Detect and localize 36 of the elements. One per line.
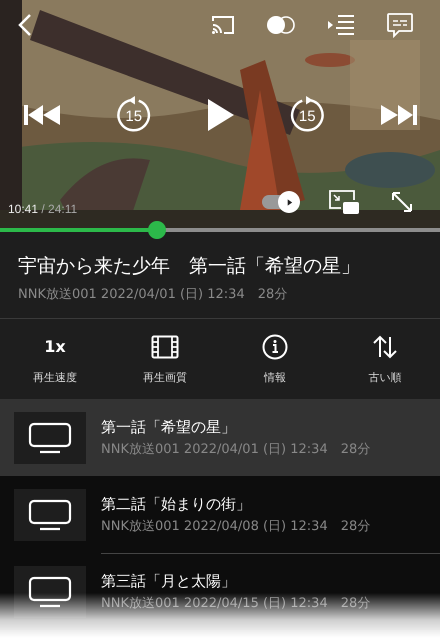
episode-title: 第一話「希望の星」	[101, 416, 237, 436]
episode-item[interactable]: 第二話「始まりの街」 NNK放送001 2022/04/08 (日) 12:34 28分	[0, 476, 440, 553]
film-icon	[151, 334, 179, 358]
playlist-icon[interactable]	[326, 14, 356, 36]
skip-forward-icon[interactable]	[380, 104, 418, 126]
back-icon[interactable]	[18, 13, 32, 37]
cast-icon[interactable]	[210, 14, 236, 36]
play-icon[interactable]	[206, 98, 234, 132]
episode-item[interactable]: 第一話「希望の星」 NNK放送001 2022/04/01 (日) 12:34 28分	[0, 399, 440, 476]
overlapping-circles-icon[interactable]	[266, 15, 296, 35]
skip-back-icon[interactable]	[23, 104, 61, 126]
fullscreen-icon[interactable]	[390, 190, 414, 214]
playback-time: 10:41 / 24:11	[8, 202, 78, 216]
play-icon	[284, 198, 294, 206]
broadcast-info: NNK放送001 2022/04/01 (日) 12:34 28分	[101, 440, 372, 458]
broadcast-info: NNK放送001 2022/04/08 (日) 12:34 28分	[101, 518, 372, 536]
episode-title: 第三話「月と太陽」	[101, 571, 237, 591]
broadcast-info: NNK放送001 2022/04/15 (日) 12:34 28分	[101, 595, 372, 613]
episode-item[interactable]: 第三話「月と太陽」 NNK放送001 2022/04/15 (日) 12:34 28分	[0, 553, 440, 630]
info-icon	[262, 334, 288, 360]
rewind-15-button[interactable]: 15	[114, 96, 153, 134]
episode-title: 宇宙から来た少年 第一話「希望の星」	[18, 254, 361, 278]
quality-button[interactable]: 再生画質	[110, 319, 220, 399]
subtitles-icon[interactable]	[386, 12, 414, 38]
broadcast-info: NNK放送001 2022/04/01 (日) 12:34 28分	[18, 286, 288, 304]
skip-forward-15-button[interactable]: 15	[288, 96, 326, 134]
tv-icon	[28, 422, 72, 454]
sort-arrows-icon	[372, 334, 398, 358]
tv-icon	[28, 576, 72, 608]
progress-thumb[interactable]	[148, 221, 166, 239]
episode-title: 第二話「始まりの街」	[101, 494, 252, 514]
picture-in-picture-icon[interactable]	[328, 189, 360, 215]
speed-button[interactable]: 1x 再生速度	[0, 319, 110, 399]
info-button[interactable]: 情報	[220, 319, 330, 399]
sort-button[interactable]: 古い順	[330, 319, 440, 399]
tv-icon	[28, 498, 72, 530]
